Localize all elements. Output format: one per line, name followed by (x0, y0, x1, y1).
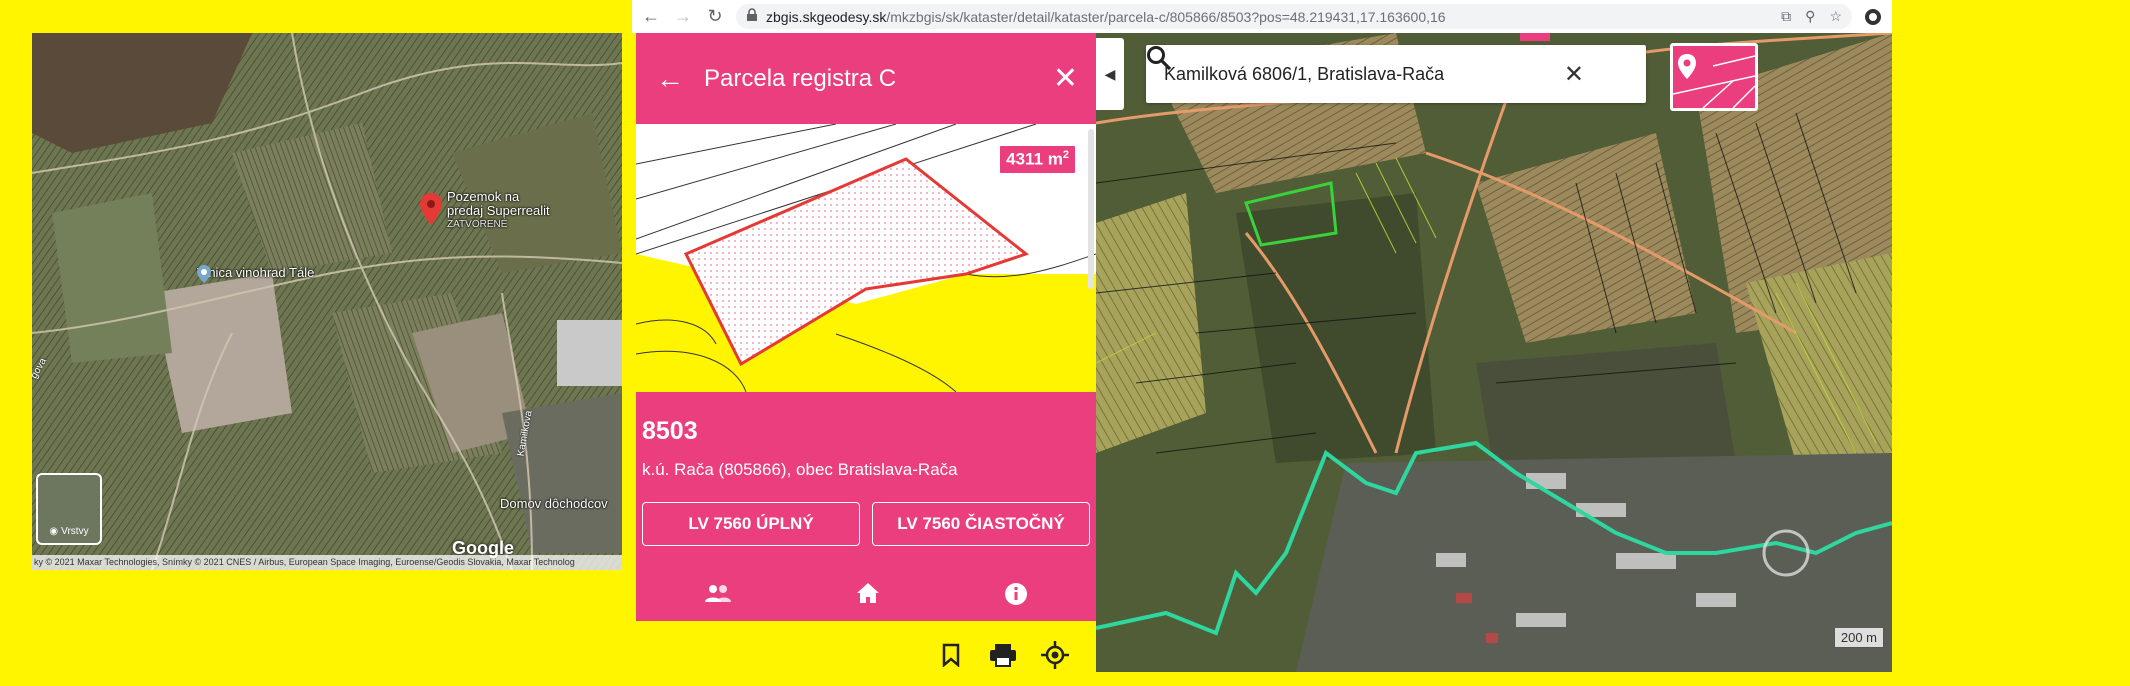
forward-arrow-icon[interactable]: → (672, 6, 694, 28)
area-badge: 4311 m2 (998, 144, 1077, 175)
url-path: /mkzbgis/sk/kataster/detail/kataster/par… (886, 8, 1446, 25)
lv-full-button[interactable]: LV 7560 ÚPLNÝ (642, 502, 860, 546)
place-marker-icon (197, 265, 211, 283)
panel-tools (936, 640, 1070, 670)
owners-tab-icon[interactable] (704, 582, 732, 613)
map-layer-switch[interactable] (1670, 43, 1758, 111)
clear-search-icon[interactable]: ✕ (1564, 60, 1584, 89)
back-arrow-icon[interactable]: ← (640, 6, 662, 28)
print-icon[interactable] (988, 640, 1018, 670)
locate-icon[interactable] (1040, 640, 1070, 670)
close-icon[interactable]: ✕ (1053, 61, 1078, 96)
layers-icon: ◉ (49, 526, 59, 537)
map-attribution: ky © 2021 Maxar Technologies, Snímky © 2… (32, 555, 622, 570)
parcel-number: 8503 (642, 417, 698, 445)
bookmark-icon[interactable] (936, 640, 966, 670)
install-app-icon[interactable]: ⧉ (1781, 8, 1791, 25)
collapse-panel-button[interactable]: ◀ (1096, 38, 1124, 110)
extension-icon[interactable] (1862, 6, 1884, 28)
home-tab-icon[interactable] (856, 582, 880, 613)
scale-bar: 200 m (1833, 628, 1884, 648)
parcel-info: 8503 k.ú. Rača (805866), obec Bratislava… (636, 392, 1096, 621)
vinica-label[interactable]: Vinica vinohrad Tále (197, 265, 314, 283)
info-tab-icon[interactable] (1004, 582, 1028, 613)
lv-partial-button[interactable]: LV 7560 ČIASTOČNÝ (872, 502, 1090, 546)
panel-title: Parcela registra C (704, 64, 897, 92)
layers-button[interactable]: ◉ Vrstvy (36, 473, 102, 545)
poi-label[interactable]: Pozemok na predaj Superrealit ZATVORENÉ (447, 190, 550, 232)
bookmark-star-icon[interactable]: ☆ (1829, 8, 1842, 25)
cadastre-map[interactable]: ◀ Kamilková 6806/1, Bratislava-Rača ✕ 20… (1096, 33, 1892, 672)
preview-scrollbar[interactable] (1088, 129, 1094, 289)
chevron-left-icon: ◀ (1104, 65, 1116, 82)
zoom-icon[interactable]: ⚲ (1805, 8, 1815, 25)
parcel-detail-panel: ← Parcela registra C ✕ 4311 m2 8503 k.ú.… (636, 33, 1096, 621)
search-input[interactable]: Kamilková 6806/1, Bratislava-Rača (1164, 64, 1564, 85)
reload-icon[interactable]: ↻ (704, 6, 726, 28)
url-host: zbgis.skgeodesy.sk (766, 8, 887, 25)
parcel-description: k.ú. Rača (805866), obec Bratislava-Rača (642, 460, 958, 479)
lock-icon (746, 8, 758, 25)
search-box[interactable]: Kamilková 6806/1, Bratislava-Rača ✕ (1146, 45, 1646, 103)
google-map-satellite[interactable]: Pozemok na predaj Superrealit ZATVORENÉ … (32, 33, 622, 570)
image-placeholder (557, 320, 622, 386)
map-top-tab[interactable] (1520, 33, 1550, 41)
browser-toolbar: ← → ↻ zbgis.skgeodesy.sk/mkzbgis/sk/kata… (632, 0, 1892, 33)
back-arrow-icon[interactable]: ← (656, 63, 688, 95)
address-bar[interactable]: zbgis.skgeodesy.sk/mkzbgis/sk/kataster/d… (736, 4, 1852, 29)
domov-label[interactable]: Domov dôchodcov (500, 496, 608, 511)
panel-header: ← Parcela registra C ✕ (636, 33, 1096, 124)
search-icon[interactable] (1147, 46, 1632, 87)
parcel-preview-map[interactable]: 4311 m2 (636, 124, 1096, 392)
